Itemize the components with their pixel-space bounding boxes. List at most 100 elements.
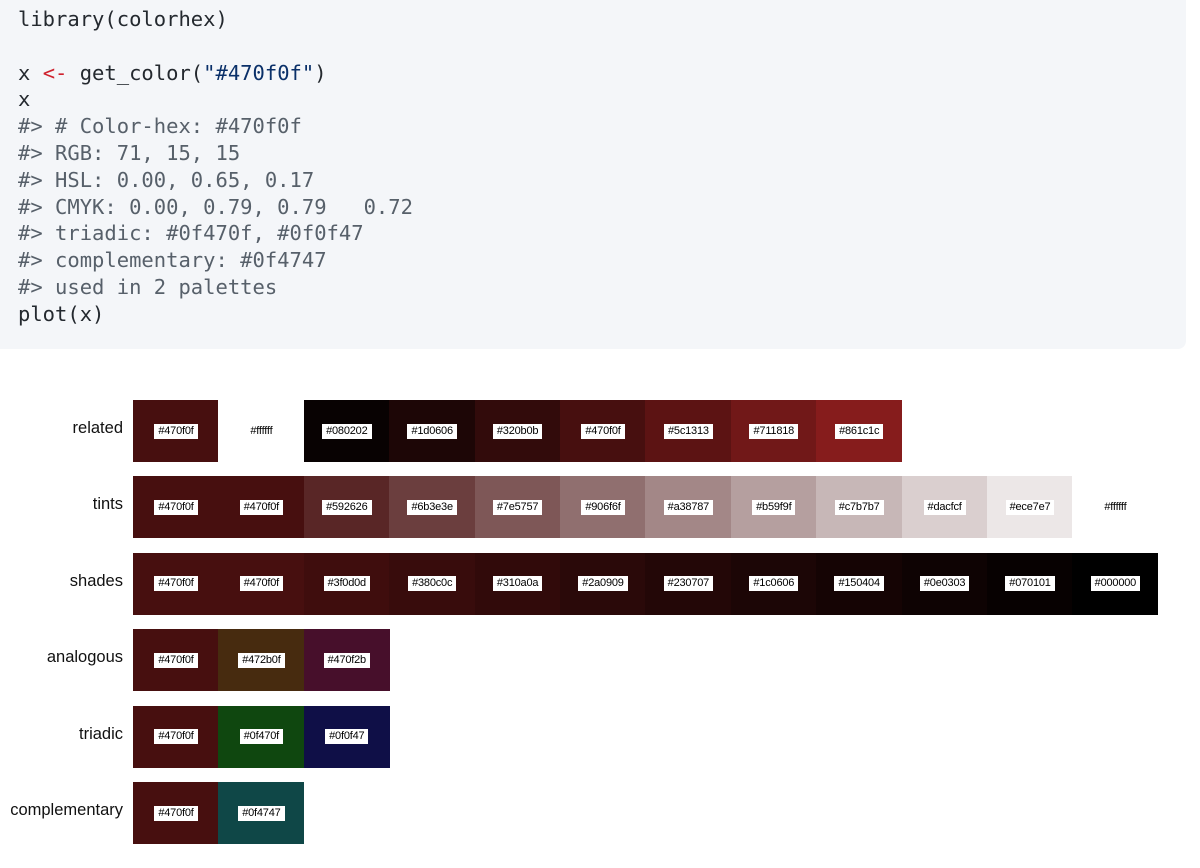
color-swatch: #0f470f <box>218 705 305 768</box>
hex-label: #472b0f <box>238 652 285 668</box>
color-swatch: #070101 <box>987 552 1073 615</box>
code-output-line: #> HSL: 0.00, 0.65, 0.17 <box>18 167 315 192</box>
color-swatch: #7e5757 <box>474 476 561 539</box>
hex-label: #320b0b <box>492 423 543 439</box>
code-output-line: #> triadic: #0f470f, #0f0f47 <box>18 221 364 246</box>
hex-label: #861c1c <box>835 423 884 439</box>
row-label-shades: shades <box>69 571 123 590</box>
color-swatch: #470f0f <box>133 782 219 844</box>
color-swatch: #2a0909 <box>560 552 646 615</box>
color-swatch: #c7b7b7 <box>816 476 903 539</box>
hex-label: #3f0d0d <box>323 576 370 592</box>
hex-label: #711818 <box>749 423 799 439</box>
hex-label: #470f0f <box>154 499 198 515</box>
code-output-line: #> RGB: 71, 15, 15 <box>18 141 241 165</box>
hex-label: #a38787 <box>663 499 714 515</box>
color-swatch: #906f6f <box>560 476 646 539</box>
hex-label: #ffffff <box>1100 499 1131 515</box>
color-swatch: #320b0b <box>474 400 561 462</box>
hex-label: #470f0f <box>239 576 284 592</box>
row-label-complementary: complementary <box>10 801 123 819</box>
color-swatch: #470f0f <box>560 400 646 462</box>
code-output-line: #> complementary: #0f4747 <box>18 248 327 273</box>
color-swatch: #080202 <box>303 400 390 462</box>
color-swatch: #a38787 <box>645 476 732 539</box>
color-swatch: #ffffff <box>1072 476 1159 539</box>
color-swatch: #5c1313 <box>645 400 732 462</box>
color-swatch: #310a0a <box>474 552 561 615</box>
color-swatch: #ece7e7 <box>987 476 1073 539</box>
hex-label: #7e5757 <box>492 499 543 515</box>
code-token: get_color( <box>67 60 204 85</box>
color-swatch: #470f2b <box>303 629 390 692</box>
color-swatch: #470f0f <box>133 552 219 615</box>
color-swatch: #150404 <box>816 552 903 615</box>
color-swatch: #3f0d0d <box>303 552 390 615</box>
code-line: x <- get_color("#470f0f") <box>18 60 327 87</box>
hex-label: #150404 <box>834 576 884 592</box>
hex-label: #000000 <box>1090 576 1141 592</box>
hex-label: #ece7e7 <box>1005 499 1055 515</box>
code-panel: library(colorhex) x <- get_color("#470f0f… <box>0 0 1186 349</box>
hex-label: #470f0f <box>154 805 198 821</box>
row-label-analogous: analogous <box>46 648 123 667</box>
code-line: library(colorhex) <box>18 7 228 31</box>
hex-label: #0e0303 <box>919 576 970 592</box>
color-swatch: #470f0f <box>133 476 219 539</box>
hex-label: #470f0f <box>154 576 198 592</box>
color-swatch: #711818 <box>730 400 817 462</box>
row-label-triadic: triadic <box>78 724 123 743</box>
hex-label: #470f0f <box>154 423 198 439</box>
color-swatch: #ffffff <box>218 400 305 462</box>
color-swatch: #470f0f <box>218 476 305 539</box>
hex-label: #906f6f <box>581 499 625 515</box>
code-line: plot(x) <box>18 301 105 326</box>
hex-label: #070101 <box>1005 576 1055 592</box>
color-swatch: #1d0606 <box>389 400 476 462</box>
color-swatch: #470f0f <box>133 705 219 768</box>
color-swatch: #0f4747 <box>218 782 305 844</box>
hex-label: #0f0f47 <box>325 729 369 745</box>
hex-label: #592626 <box>322 499 372 515</box>
hex-label: #6b3e3e <box>407 499 457 515</box>
color-swatch: #dacfcf <box>901 476 988 539</box>
code-line: x <box>18 87 31 112</box>
hex-label: #1c0606 <box>749 576 799 592</box>
color-swatch: #472b0f <box>218 629 305 692</box>
hex-label: #dacfcf <box>923 499 966 515</box>
color-swatch: #6b3e3e <box>389 476 476 539</box>
hex-label: #0f4747 <box>238 805 285 821</box>
hex-label: #470f0f <box>154 652 198 668</box>
color-swatch: #1c0606 <box>730 552 817 615</box>
hex-label: #470f0f <box>581 423 625 439</box>
hex-label: #470f0f <box>239 499 284 515</box>
code-output-line: #> used in 2 palettes <box>18 275 278 299</box>
code-output-line: #> # Color-hex: #470f0f <box>18 114 302 139</box>
hex-label: #310a0a <box>492 576 543 592</box>
hex-label: #2a0909 <box>578 576 628 592</box>
color-swatch: #470f0f <box>133 400 219 462</box>
color-swatch: #380c0c <box>389 552 476 615</box>
hex-label: #0f470f <box>239 729 284 745</box>
color-swatch: #470f0f <box>218 552 305 615</box>
color-swatch: #0f0f47 <box>303 705 390 768</box>
row-label-tints: tints <box>92 495 123 514</box>
code-token: ) <box>314 60 327 85</box>
hex-label: #ffffff <box>246 423 277 439</box>
code-token: x <box>18 60 43 85</box>
color-swatch: #861c1c <box>816 400 903 462</box>
color-swatch: #230707 <box>645 552 732 615</box>
color-plot: related #470f0f #ffffff #080202 #1d0606 #320b… <box>0 395 1200 855</box>
hex-label: #5c1313 <box>663 423 713 439</box>
hex-label: #080202 <box>322 423 372 439</box>
assign-operator: <- <box>42 60 68 85</box>
color-swatch: #000000 <box>1072 552 1159 615</box>
row-label-related: related <box>72 419 123 437</box>
string-literal: "#470f0f" <box>203 60 315 85</box>
hex-label: #1d0606 <box>407 423 457 439</box>
hex-label: #c7b7b7 <box>834 499 884 515</box>
hex-label: #b59f9f <box>752 499 796 515</box>
color-swatch: #470f0f <box>133 629 219 692</box>
hex-label: #380c0c <box>408 576 457 592</box>
color-swatch: #b59f9f <box>730 476 817 539</box>
